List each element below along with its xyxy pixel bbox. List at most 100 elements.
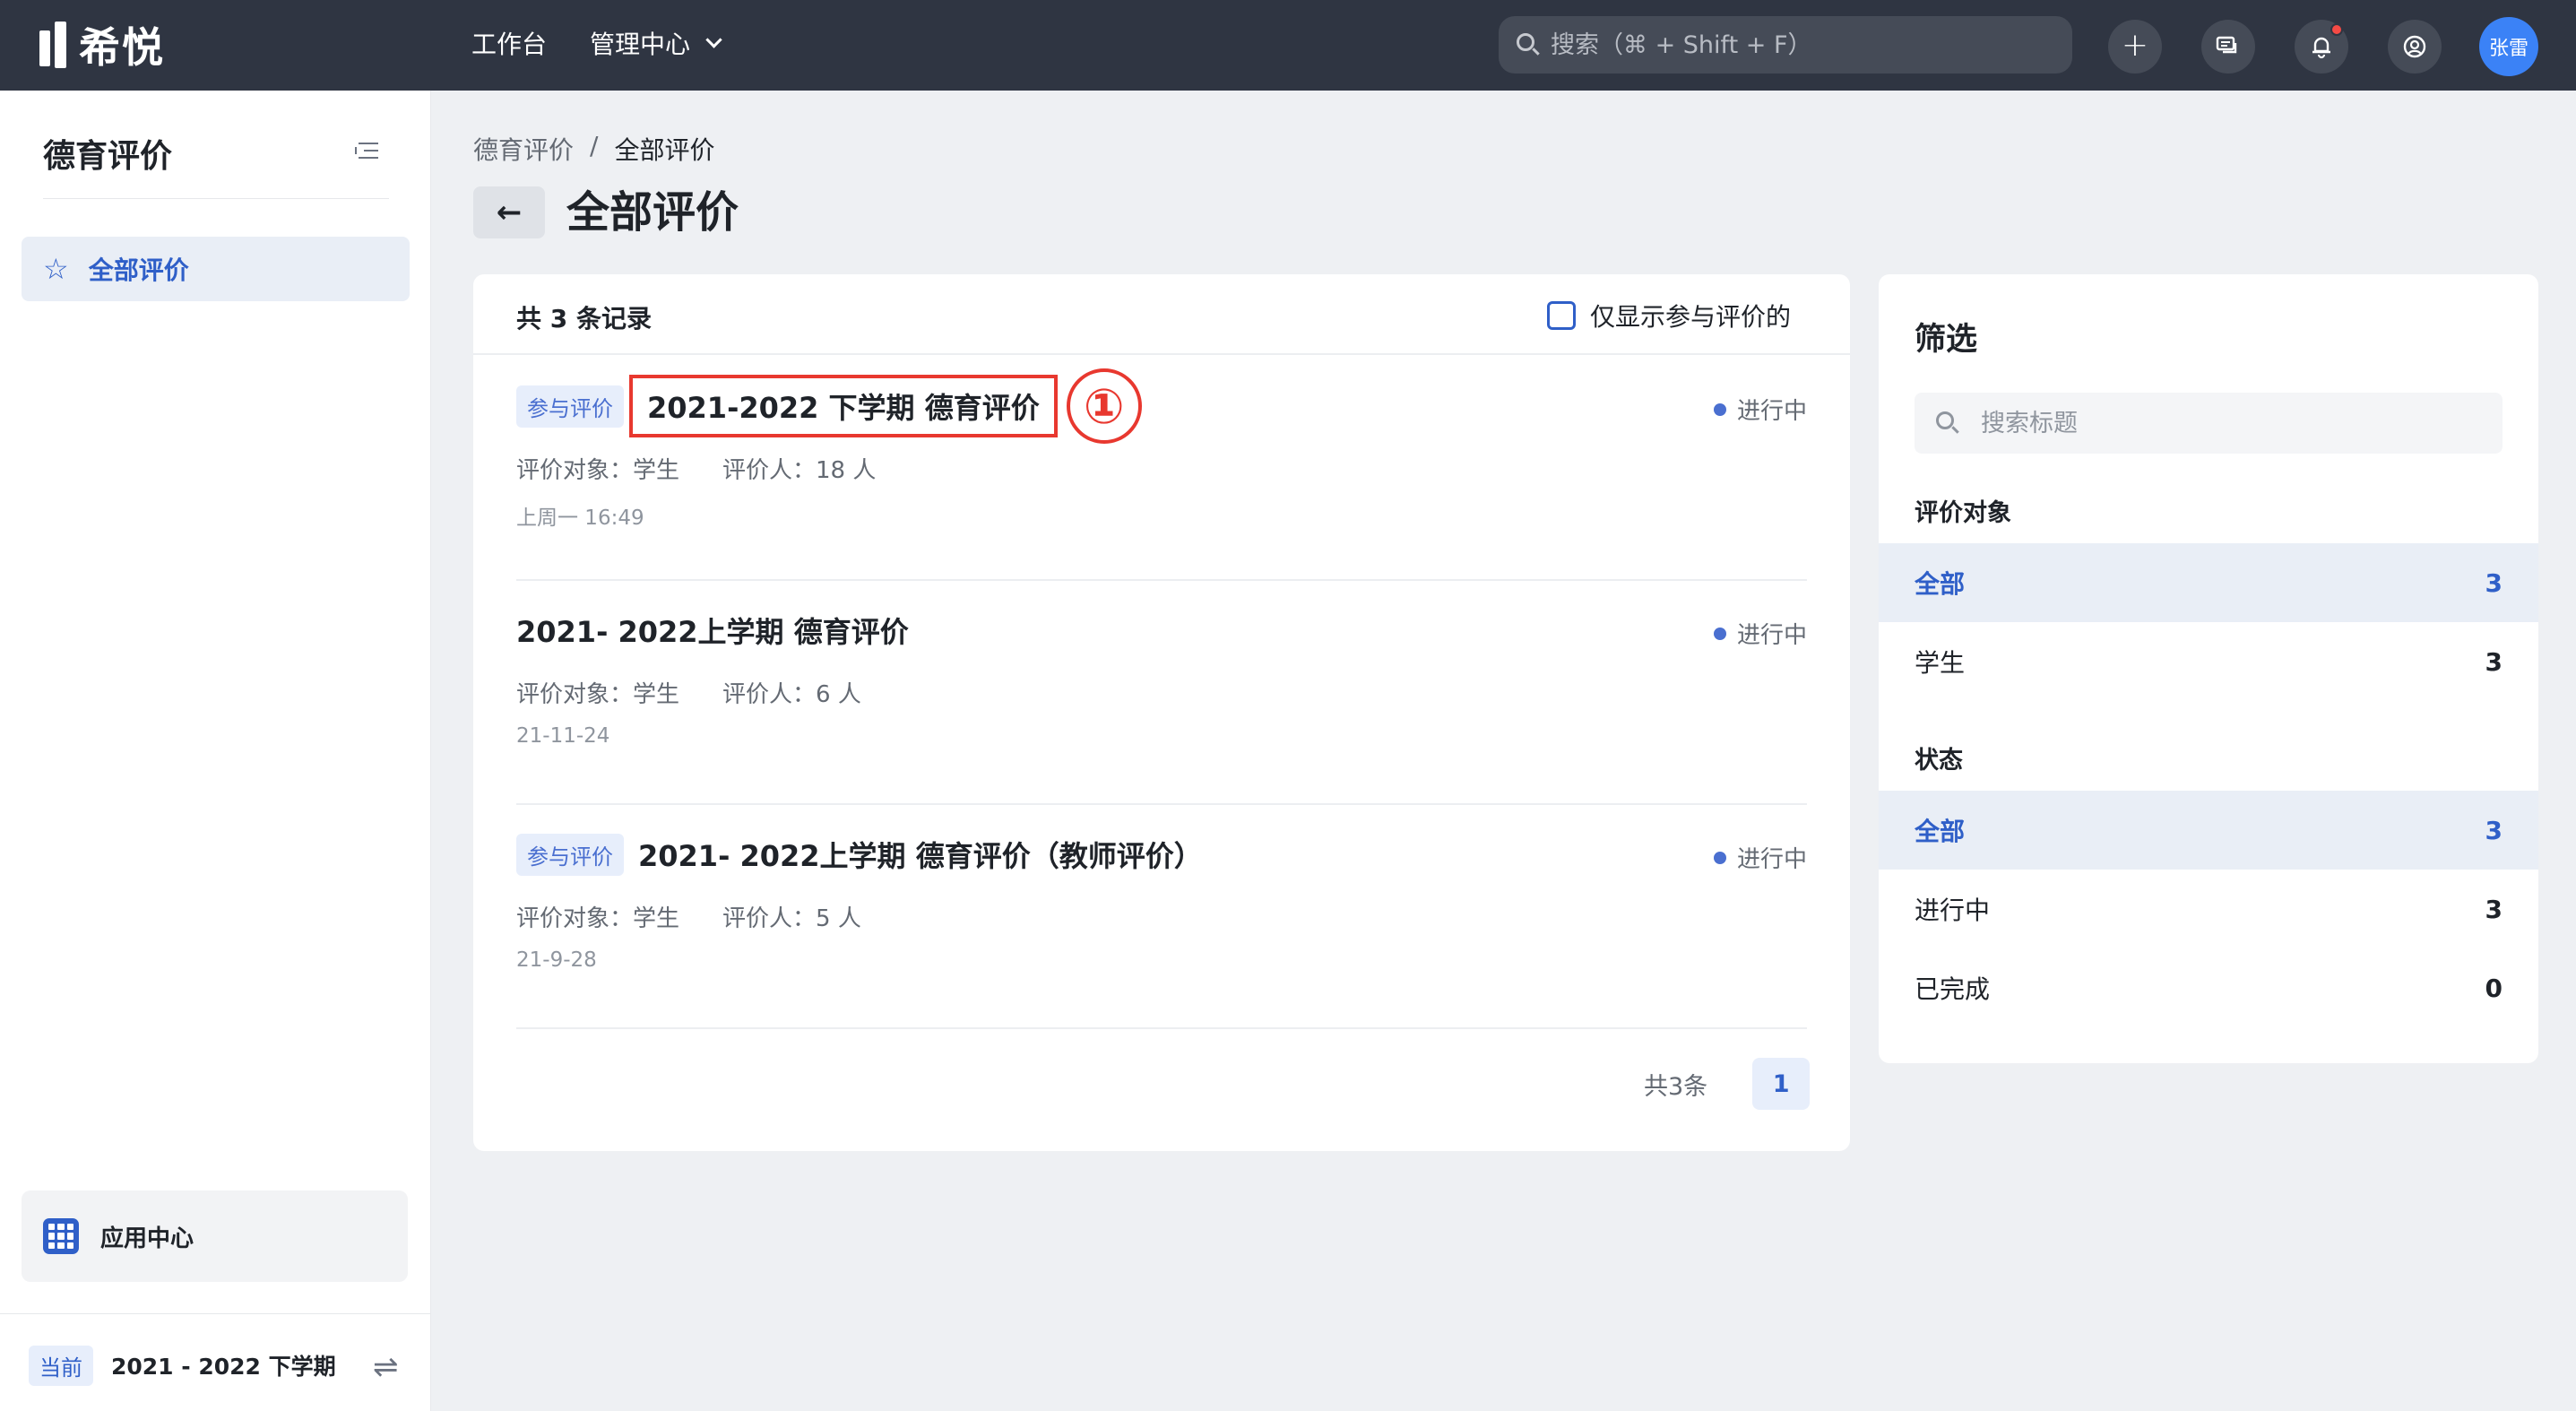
search-icon: [1517, 33, 1540, 56]
status-badge: 进行中: [1713, 393, 1807, 426]
avatar[interactable]: 张雷: [2479, 17, 2538, 76]
app-logo[interactable]: 希悦: [39, 20, 165, 72]
filter-title: 筛选: [1915, 322, 1978, 358]
breadcrumb-separator: /: [590, 131, 599, 160]
status-label: 进行中: [1736, 622, 1807, 649]
item-raters: 评价人：18 人: [722, 457, 877, 484]
item-target: 评价对象：学生: [516, 681, 680, 708]
item-title[interactable]: 2021- 2022上学期 德育评价（教师评价）: [638, 834, 1203, 875]
list-item[interactable]: 参与评价 2021-2022 下学期 德育评价 ① 进行中 评价对象：学生 评价…: [516, 368, 1807, 604]
global-search[interactable]: [1499, 16, 2072, 74]
app-center-button[interactable]: 应用中心: [22, 1190, 408, 1282]
back-button[interactable]: ←: [473, 186, 545, 238]
item-title-row: 2021- 2022上学期 德育评价: [516, 604, 909, 656]
status-dot: [1713, 403, 1726, 416]
item-raters: 评价人：6 人: [722, 681, 861, 708]
nav-workbench[interactable]: 工作台: [471, 25, 547, 61]
filter-target-student[interactable]: 学生 3: [1879, 622, 2538, 701]
status-label: 进行中: [1736, 398, 1807, 425]
page-1-button[interactable]: 1: [1752, 1058, 1811, 1110]
search-icon: [1936, 411, 1959, 435]
breadcrumb-current: 全部评价: [614, 135, 715, 165]
filter-search[interactable]: [1915, 393, 2503, 454]
arrow-left-icon: ←: [496, 195, 523, 230]
breadcrumb: 德育评价 / 全部评价: [473, 131, 714, 167]
app-name: 希悦: [79, 23, 165, 72]
item-title[interactable]: 2021- 2022上学期 德育评价: [516, 610, 909, 651]
chat-icon: [2216, 36, 2237, 54]
status-badge: 进行中: [1713, 617, 1807, 650]
filter-option-count: 3: [2485, 567, 2503, 598]
plus-icon: +: [2121, 26, 2149, 64]
user-circle-icon: [2403, 35, 2426, 58]
only-mine-checkbox[interactable]: 仅显示参与评价的: [1547, 298, 1791, 333]
item-divider: [516, 1027, 1807, 1029]
status-dot: [1713, 851, 1726, 864]
notification-badge: [2330, 23, 2343, 36]
logo-icon: [39, 22, 70, 68]
filter-option-label: 全部: [1915, 817, 1966, 846]
item-meta: 评价对象：学生 评价人：18 人: [516, 452, 876, 485]
status-dot: [1713, 627, 1726, 640]
nav-admin-center[interactable]: 管理中心: [590, 25, 722, 61]
collapse-sidebar-icon[interactable]: [355, 141, 378, 160]
list-item[interactable]: 参与评价 2021- 2022上学期 德育评价（教师评价） 进行中 评价对象：学…: [516, 828, 1807, 1052]
filter-option-count: 3: [2485, 646, 2503, 677]
evaluation-list: 共 3 条记录 仅显示参与评价的 参与评价 2021-2022 下学期 德育评价…: [473, 274, 1850, 1151]
sidebar-item-all-evaluations[interactable]: ☆ 全部评价: [22, 237, 410, 301]
item-meta: 评价对象：学生 评价人：6 人: [516, 676, 861, 709]
item-date: 21-11-24: [516, 724, 610, 748]
filter-option-label: 全部: [1915, 569, 1966, 599]
item-title[interactable]: 2021-2022 下学期 德育评价: [629, 375, 1058, 437]
star-icon: ☆: [43, 252, 69, 286]
sidebar-title: 德育评价: [43, 138, 173, 175]
filter-option-label: 学生: [1915, 648, 1966, 678]
item-divider: [516, 579, 1807, 581]
filter-section-status: 状态: [1915, 747, 1963, 775]
page-title: 全部评价: [566, 187, 739, 238]
filter-status-all[interactable]: 全部 3: [1879, 791, 2538, 870]
filter-option-label: 进行中: [1915, 896, 1991, 925]
app-grid-icon: [43, 1218, 79, 1254]
global-search-input[interactable]: [1551, 30, 2053, 59]
item-target: 评价对象：学生: [516, 905, 680, 932]
nav-admin-label: 管理中心: [590, 30, 691, 59]
chevron-down-icon: [705, 30, 722, 48]
participation-tag: 参与评价: [516, 833, 624, 876]
status-badge: 进行中: [1713, 841, 1807, 874]
record-count: 共 3 条记录: [516, 304, 652, 333]
item-date: 21-9-28: [516, 948, 597, 972]
highlight-marker: ①: [1066, 368, 1142, 444]
sidebar-divider: [0, 1313, 431, 1314]
only-mine-label: 仅显示参与评价的: [1590, 302, 1792, 332]
item-title-row: 参与评价 2021-2022 下学期 德育评价 ①: [516, 368, 1142, 444]
filter-option-label: 已完成: [1915, 974, 1991, 1004]
filter-option-count: 3: [2485, 815, 2503, 845]
item-title-row: 参与评价 2021- 2022上学期 德育评价（教师评价）: [516, 828, 1203, 880]
item-divider: [516, 803, 1807, 805]
filter-status-completed[interactable]: 已完成 0: [1879, 948, 2538, 1027]
list-header: 共 3 条记录 仅显示参与评价的: [473, 274, 1850, 355]
account-button[interactable]: [2388, 20, 2442, 74]
messages-button[interactable]: [2201, 20, 2255, 74]
list-item[interactable]: 2021- 2022上学期 德育评价 进行中 评价对象：学生 评价人：6 人 2…: [516, 604, 1807, 828]
filter-panel: 筛选 评价对象 全部 3 学生 3 状态 全部 3 进行中 3 已完成 0: [1879, 274, 2538, 1063]
filter-status-in-progress[interactable]: 进行中 3: [1879, 870, 2538, 948]
filter-option-count: 3: [2485, 894, 2503, 924]
pagination-total: 共3条: [1644, 1072, 1708, 1101]
term-switcher[interactable]: 当前 2021 - 2022 下学期 ⇌: [29, 1345, 405, 1386]
sidebar-divider: [43, 198, 389, 199]
current-term: 2021 - 2022 下学期: [111, 1354, 336, 1380]
breadcrumb-parent[interactable]: 德育评价: [473, 131, 574, 167]
filter-search-input[interactable]: [1981, 409, 2483, 437]
status-label: 进行中: [1736, 846, 1807, 873]
notifications-button[interactable]: [2295, 20, 2348, 74]
filter-option-count: 0: [2485, 973, 2503, 1003]
pagination: 共3条 1: [1644, 1058, 1811, 1110]
filter-target-all[interactable]: 全部 3: [1879, 543, 2538, 622]
checkbox[interactable]: [1547, 301, 1576, 330]
filter-section-target: 评价对象: [1915, 499, 2011, 527]
add-button[interactable]: +: [2108, 20, 2162, 74]
item-date: 上周一 16:49: [516, 506, 644, 530]
swap-icon[interactable]: ⇌: [373, 1349, 399, 1385]
